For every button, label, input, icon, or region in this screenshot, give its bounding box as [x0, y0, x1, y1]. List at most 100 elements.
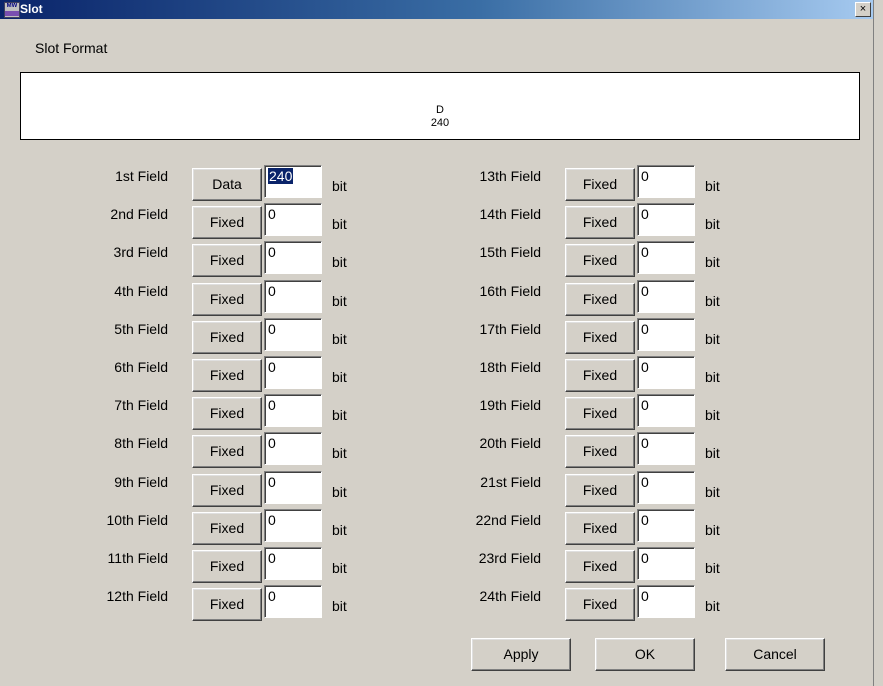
field-label: 1st Field [115, 168, 168, 184]
field-unit-label: bit [705, 407, 720, 423]
field-type-button[interactable]: Fixed [565, 168, 635, 201]
field-length-value: 0 [641, 474, 649, 490]
field-length-value: 0 [641, 244, 649, 260]
field-length-input[interactable]: 0 [637, 394, 695, 427]
field-length-input[interactable]: 0 [637, 547, 695, 580]
field-type-button[interactable]: Fixed [565, 512, 635, 545]
field-length-input[interactable]: 0 [637, 432, 695, 465]
field-type-button[interactable]: Fixed [192, 359, 262, 392]
field-length-value: 0 [641, 512, 649, 528]
field-type-button[interactable]: Fixed [192, 512, 262, 545]
field-label: 24th Field [479, 588, 541, 604]
field-length-value: 0 [268, 359, 276, 375]
field-label: 11th Field [107, 550, 168, 566]
field-length-value: 0 [641, 283, 649, 299]
field-label: 17th Field [479, 321, 541, 337]
field-type-button[interactable]: Data [192, 168, 262, 201]
cancel-button[interactable]: Cancel [725, 638, 825, 671]
field-type-button[interactable]: Fixed [565, 244, 635, 277]
field-type-button[interactable]: Fixed [192, 435, 262, 468]
field-unit-label: bit [332, 407, 347, 423]
field-type-button[interactable]: Fixed [565, 588, 635, 621]
field-type-button[interactable]: Fixed [565, 283, 635, 316]
field-type-button[interactable]: Fixed [565, 550, 635, 583]
title-bar[interactable]: MW Slot × [0, 0, 873, 19]
field-length-input[interactable]: 0 [264, 471, 322, 504]
field-type-button[interactable]: Fixed [192, 244, 262, 277]
field-label: 9th Field [114, 474, 168, 490]
field-label: 6th Field [114, 359, 168, 375]
field-label: 23rd Field [478, 550, 541, 566]
field-length-input[interactable]: 240 [264, 165, 322, 198]
field-length-input[interactable]: 0 [264, 394, 322, 427]
field-length-value: 0 [641, 550, 649, 566]
field-length-value: 0 [268, 321, 276, 337]
field-type-button[interactable]: Fixed [565, 397, 635, 430]
field-length-input[interactable]: 0 [264, 241, 322, 274]
field-length-input[interactable]: 0 [264, 432, 322, 465]
field-unit-label: bit [705, 293, 720, 309]
field-unit-label: bit [332, 598, 347, 614]
field-length-value: 0 [268, 550, 276, 566]
field-unit-label: bit [332, 369, 347, 385]
field-length-value: 0 [641, 435, 649, 451]
field-length-input[interactable]: 0 [637, 165, 695, 198]
field-type-button[interactable]: Fixed [192, 206, 262, 239]
field-length-input[interactable]: 0 [637, 241, 695, 274]
field-length-input[interactable]: 0 [264, 318, 322, 351]
app-icon: MW [4, 2, 20, 18]
slot-format-label: Slot Format [35, 40, 108, 56]
ok-button[interactable]: OK [595, 638, 695, 671]
field-length-input[interactable]: 0 [637, 280, 695, 313]
field-type-button[interactable]: Fixed [565, 359, 635, 392]
field-type-button[interactable]: Fixed [192, 397, 262, 430]
field-unit-label: bit [705, 369, 720, 385]
field-length-value: 0 [641, 321, 649, 337]
slot-format-display: D 240 [20, 72, 860, 140]
field-unit-label: bit [332, 293, 347, 309]
field-label: 8th Field [114, 435, 168, 451]
field-type-button[interactable]: Fixed [565, 206, 635, 239]
field-type-button[interactable]: Fixed [192, 588, 262, 621]
field-length-value: 0 [641, 588, 649, 604]
field-length-value: 0 [268, 283, 276, 299]
field-length-input[interactable]: 0 [264, 280, 322, 313]
field-unit-label: bit [705, 216, 720, 232]
apply-button[interactable]: Apply [471, 638, 571, 671]
field-unit-label: bit [332, 445, 347, 461]
field-length-input[interactable]: 0 [264, 356, 322, 389]
field-length-input[interactable]: 0 [264, 585, 322, 618]
field-type-button[interactable]: Fixed [565, 474, 635, 507]
field-length-input[interactable]: 0 [637, 585, 695, 618]
field-unit-label: bit [705, 254, 720, 270]
field-type-button[interactable]: Fixed [565, 435, 635, 468]
field-label: 16th Field [479, 283, 541, 299]
field-length-input[interactable]: 0 [637, 318, 695, 351]
segment-name: D [436, 104, 444, 116]
field-label: 13th Field [479, 168, 541, 184]
field-unit-label: bit [705, 522, 720, 538]
field-length-input[interactable]: 0 [637, 509, 695, 542]
field-unit-label: bit [705, 598, 720, 614]
field-length-input[interactable]: 0 [637, 356, 695, 389]
field-length-input[interactable]: 0 [264, 203, 322, 236]
field-unit-label: bit [332, 254, 347, 270]
field-label: 20th Field [479, 435, 541, 451]
field-label: 2nd Field [110, 206, 168, 222]
field-type-button[interactable]: Fixed [192, 321, 262, 354]
field-label: 3rd Field [113, 244, 168, 260]
field-length-value: 0 [268, 512, 276, 528]
field-label: 19th Field [479, 397, 541, 413]
field-length-input[interactable]: 0 [637, 471, 695, 504]
field-length-input[interactable]: 0 [264, 509, 322, 542]
field-type-button[interactable]: Fixed [192, 474, 262, 507]
field-length-value: 0 [641, 397, 649, 413]
field-type-button[interactable]: Fixed [565, 321, 635, 354]
field-length-input[interactable]: 0 [264, 547, 322, 580]
field-type-button[interactable]: Fixed [192, 550, 262, 583]
field-length-input[interactable]: 0 [637, 203, 695, 236]
field-type-button[interactable]: Fixed [192, 283, 262, 316]
field-label: 5th Field [114, 321, 168, 337]
close-button[interactable]: × [855, 2, 871, 17]
field-unit-label: bit [705, 484, 720, 500]
